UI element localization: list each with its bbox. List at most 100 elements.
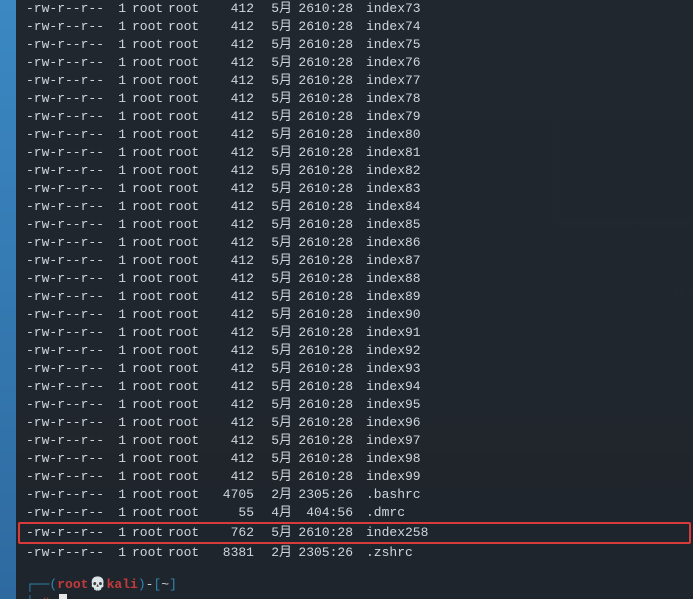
owner: root	[132, 0, 168, 18]
group: root	[168, 486, 208, 504]
permissions: -rw-r--r--	[26, 108, 114, 126]
link-count: 1	[114, 504, 126, 522]
date-month: 5月	[264, 126, 292, 144]
file-name: index91	[366, 324, 421, 342]
prompt-rbracket: ]	[169, 577, 177, 592]
link-count: 1	[114, 180, 126, 198]
date-time: 10:28	[314, 198, 360, 216]
date-day: 26	[292, 36, 314, 54]
date-month: 5月	[264, 288, 292, 306]
group: root	[168, 524, 208, 542]
permissions: -rw-r--r--	[26, 504, 114, 522]
date-day: 26	[292, 396, 314, 414]
link-count: 1	[114, 342, 126, 360]
date-day: 26	[292, 162, 314, 180]
date-time: 10:28	[314, 54, 360, 72]
owner: root	[132, 270, 168, 288]
link-count: 1	[114, 468, 126, 486]
skull-icon: 💀	[89, 577, 105, 592]
owner: root	[132, 360, 168, 378]
file-size: 412	[208, 36, 254, 54]
date-month: 5月	[264, 324, 292, 342]
date-month: 5月	[264, 450, 292, 468]
owner: root	[132, 90, 168, 108]
ls-row: -rw-r--r--1rootroot4125月2610:28index76	[26, 54, 683, 72]
group: root	[168, 288, 208, 306]
file-name: index258	[366, 524, 428, 542]
date-month: 5月	[264, 432, 292, 450]
date-day: 26	[292, 306, 314, 324]
link-count: 1	[114, 378, 126, 396]
link-count: 1	[114, 198, 126, 216]
date-time: 10:28	[314, 72, 360, 90]
permissions: -rw-r--r--	[26, 180, 114, 198]
date-day: 26	[292, 180, 314, 198]
prompt-user: root	[57, 577, 88, 592]
file-name: index95	[366, 396, 421, 414]
group: root	[168, 54, 208, 72]
date-month: 5月	[264, 36, 292, 54]
prompt-hash: #	[42, 595, 50, 599]
date-day: 26	[292, 324, 314, 342]
owner: root	[132, 36, 168, 54]
group: root	[168, 504, 208, 522]
file-size: 412	[208, 18, 254, 36]
date-month: 5月	[264, 90, 292, 108]
link-count: 1	[114, 18, 126, 36]
ls-row: -rw-r--r--1rootroot4125月2610:28index73	[26, 0, 683, 18]
link-count: 1	[114, 306, 126, 324]
owner: root	[132, 378, 168, 396]
owner: root	[132, 468, 168, 486]
permissions: -rw-r--r--	[26, 486, 114, 504]
ls-row: -rw-r--r--1rootroot4125月2610:28index74	[26, 18, 683, 36]
file-size: 412	[208, 180, 254, 198]
link-count: 1	[114, 216, 126, 234]
file-size: 412	[208, 252, 254, 270]
group: root	[168, 144, 208, 162]
owner: root	[132, 544, 168, 562]
owner: root	[132, 324, 168, 342]
date-month: 5月	[264, 216, 292, 234]
permissions: -rw-r--r--	[26, 524, 114, 542]
file-size: 412	[208, 378, 254, 396]
ls-row: -rw-r--r--1rootroot47052月2305:26.bashrc	[26, 486, 683, 504]
file-name: index84	[366, 198, 421, 216]
file-name: index75	[366, 36, 421, 54]
link-count: 1	[114, 432, 126, 450]
date-day: 26	[292, 216, 314, 234]
file-size: 412	[208, 468, 254, 486]
date-time: 04:56	[314, 504, 360, 522]
terminal-window[interactable]: -rw-r--r--1rootroot4125月2610:28index73-r…	[16, 0, 693, 599]
ls-row: -rw-r--r--1rootroot4125月2610:28index99	[26, 468, 683, 486]
group: root	[168, 378, 208, 396]
date-month: 5月	[264, 468, 292, 486]
ls-row: -rw-r--r--1rootroot4125月2610:28index82	[26, 162, 683, 180]
date-month: 5月	[264, 144, 292, 162]
ls-row: -rw-r--r--1rootroot4125月2610:28index86	[26, 234, 683, 252]
link-count: 1	[114, 396, 126, 414]
owner: root	[132, 72, 168, 90]
file-name: index93	[366, 360, 421, 378]
ls-row: -rw-r--r--1rootroot4125月2610:28index87	[26, 252, 683, 270]
cursor-icon[interactable]	[59, 594, 67, 599]
group: root	[168, 0, 208, 18]
group: root	[168, 108, 208, 126]
link-count: 1	[114, 544, 126, 562]
prompt-box-close: )	[138, 577, 146, 592]
group: root	[168, 544, 208, 562]
link-count: 1	[114, 270, 126, 288]
date-day: 26	[292, 270, 314, 288]
file-size: 412	[208, 450, 254, 468]
date-day: 26	[292, 198, 314, 216]
file-size: 412	[208, 0, 254, 18]
permissions: -rw-r--r--	[26, 90, 114, 108]
date-day: 26	[292, 72, 314, 90]
file-size: 412	[208, 432, 254, 450]
date-time: 10:28	[314, 234, 360, 252]
permissions: -rw-r--r--	[26, 324, 114, 342]
date-time: 10:28	[314, 252, 360, 270]
group: root	[168, 36, 208, 54]
link-count: 1	[114, 108, 126, 126]
permissions: -rw-r--r--	[26, 544, 114, 562]
owner: root	[132, 144, 168, 162]
